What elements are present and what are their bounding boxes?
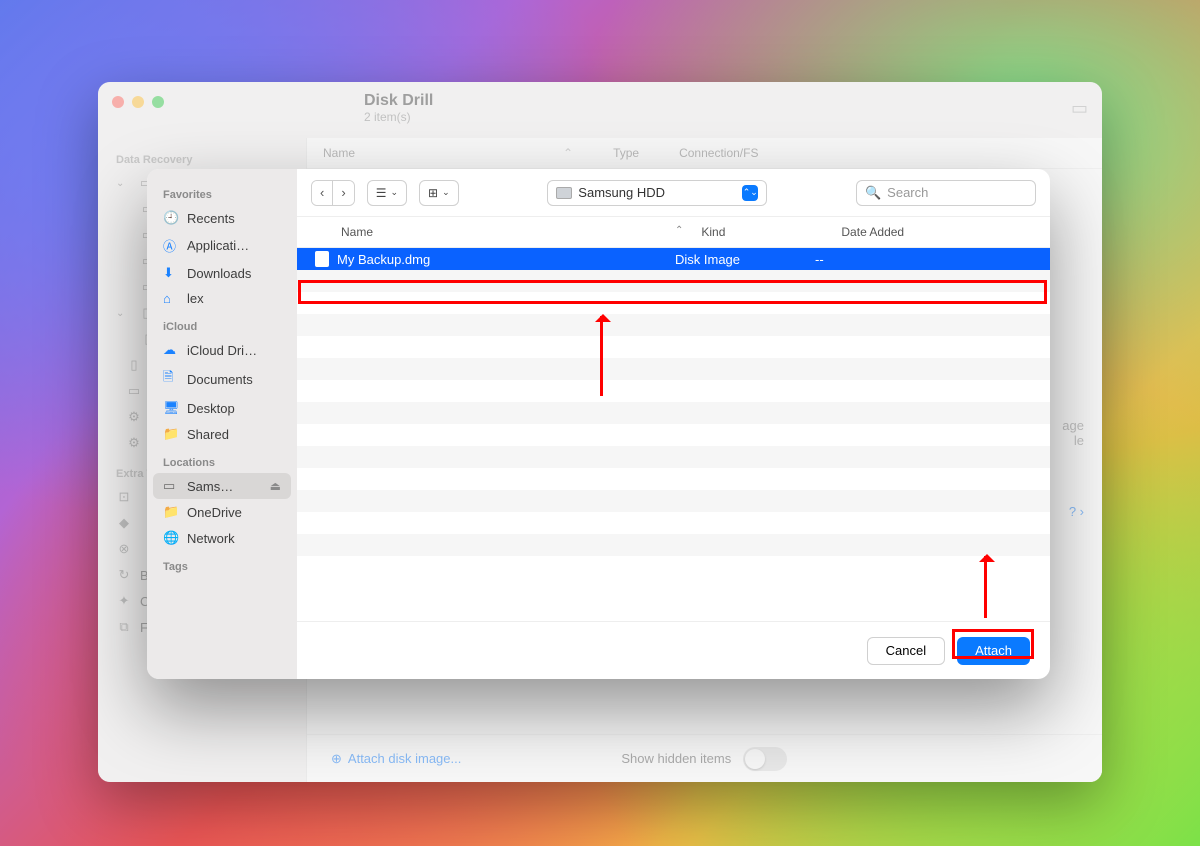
forward-button[interactable]: › [332, 181, 353, 205]
section-locations: Locations [153, 447, 291, 473]
list-icon: ☰ [376, 186, 387, 200]
empty-row [297, 402, 1050, 424]
globe-icon: 🌐 [163, 530, 179, 546]
dmg-file-icon [315, 251, 329, 267]
sidebar-item-home[interactable]: ⌂lex [153, 286, 291, 311]
location-popup[interactable]: Samsung HDD ⌃⌄ [547, 180, 767, 206]
section-tags: Tags [153, 551, 291, 577]
cancel-button[interactable]: Cancel [867, 637, 945, 665]
chevron-down-icon: ⌄ [442, 187, 450, 198]
empty-row [297, 380, 1050, 402]
section-icloud: iCloud [153, 311, 291, 337]
sidebar-item-icloud-drive[interactable]: ☁iCloud Dri… [153, 337, 291, 363]
empty-row [297, 512, 1050, 534]
file-row[interactable]: My Backup.dmg Disk Image -- [297, 248, 1050, 270]
sidebar-item-samsung-hdd[interactable]: ▭Sams…⏏ [153, 473, 291, 499]
empty-row [297, 446, 1050, 468]
chevron-down-icon: ⌄ [390, 187, 398, 198]
apps-icon: Ⓐ [163, 236, 179, 255]
empty-row [297, 534, 1050, 556]
sidebar-item-applications[interactable]: ⒶApplicati… [153, 231, 291, 260]
eject-icon[interactable]: ⏏ [270, 479, 281, 493]
dialog-toolbar: ‹ › ☰⌄ ⊞⌄ Samsung HDD ⌃⌄ 🔍 Search [297, 169, 1050, 217]
sidebar-item-documents[interactable]: 🗎Documents [153, 363, 291, 395]
section-favorites: Favorites [153, 179, 291, 205]
location-name: Samsung HDD [578, 185, 665, 200]
empty-row [297, 336, 1050, 358]
file-name: My Backup.dmg [337, 252, 430, 267]
file-date: -- [815, 252, 824, 267]
empty-row [297, 490, 1050, 512]
nav-back-forward[interactable]: ‹ › [311, 180, 355, 206]
external-drive-icon: ▭ [163, 478, 179, 494]
home-icon: ⌂ [163, 291, 179, 306]
folder-icon: 📁 [163, 504, 179, 520]
popup-caret-icon: ⌃⌄ [742, 185, 758, 201]
empty-row [297, 358, 1050, 380]
dialog-footer: Cancel Attach [297, 621, 1050, 679]
desktop-icon: 🖥 [163, 400, 179, 416]
document-icon: 🗎 [163, 368, 179, 390]
list-view-button[interactable]: ☰⌄ [367, 180, 407, 206]
sidebar-item-onedrive[interactable]: 📁OneDrive [153, 499, 291, 525]
sidebar-item-shared[interactable]: 📁Shared [153, 421, 291, 447]
download-icon: ⬇ [163, 265, 179, 281]
attach-button[interactable]: Attach [957, 637, 1030, 665]
search-icon: 🔍 [865, 185, 881, 201]
empty-row [297, 270, 1050, 292]
sidebar-item-downloads[interactable]: ⬇Downloads [153, 260, 291, 286]
drive-icon [556, 187, 572, 199]
empty-row [297, 424, 1050, 446]
empty-row [297, 468, 1050, 490]
empty-row [297, 314, 1050, 336]
cloud-icon: ☁ [163, 342, 179, 358]
group-view-button[interactable]: ⊞⌄ [419, 180, 459, 206]
col-header-name[interactable]: Name [315, 225, 675, 239]
dialog-sidebar: Favorites 🕘Recents ⒶApplicati… ⬇Download… [147, 169, 297, 679]
empty-row [297, 556, 1050, 578]
dialog-main: ‹ › ☰⌄ ⊞⌄ Samsung HDD ⌃⌄ 🔍 Search Name ⌃… [297, 169, 1050, 679]
back-button[interactable]: ‹ [312, 181, 332, 205]
search-placeholder: Search [887, 185, 928, 200]
shared-folder-icon: 📁 [163, 426, 179, 442]
search-field[interactable]: 🔍 Search [856, 180, 1036, 206]
col-header-kind[interactable]: Kind [701, 225, 841, 239]
col-header-date[interactable]: Date Added [841, 225, 1032, 239]
sort-indicator-icon: ⌃ [675, 225, 683, 239]
clock-icon: 🕘 [163, 210, 179, 226]
sidebar-item-recents[interactable]: 🕘Recents [153, 205, 291, 231]
grid-icon: ⊞ [428, 186, 438, 200]
file-list[interactable]: My Backup.dmg Disk Image -- [297, 248, 1050, 621]
sidebar-item-desktop[interactable]: 🖥Desktop [153, 395, 291, 421]
open-file-dialog: Favorites 🕘Recents ⒶApplicati… ⬇Download… [147, 169, 1050, 679]
file-kind: Disk Image [675, 252, 815, 267]
file-list-header: Name ⌃ Kind Date Added [297, 217, 1050, 248]
empty-row [297, 292, 1050, 314]
sidebar-item-network[interactable]: 🌐Network [153, 525, 291, 551]
